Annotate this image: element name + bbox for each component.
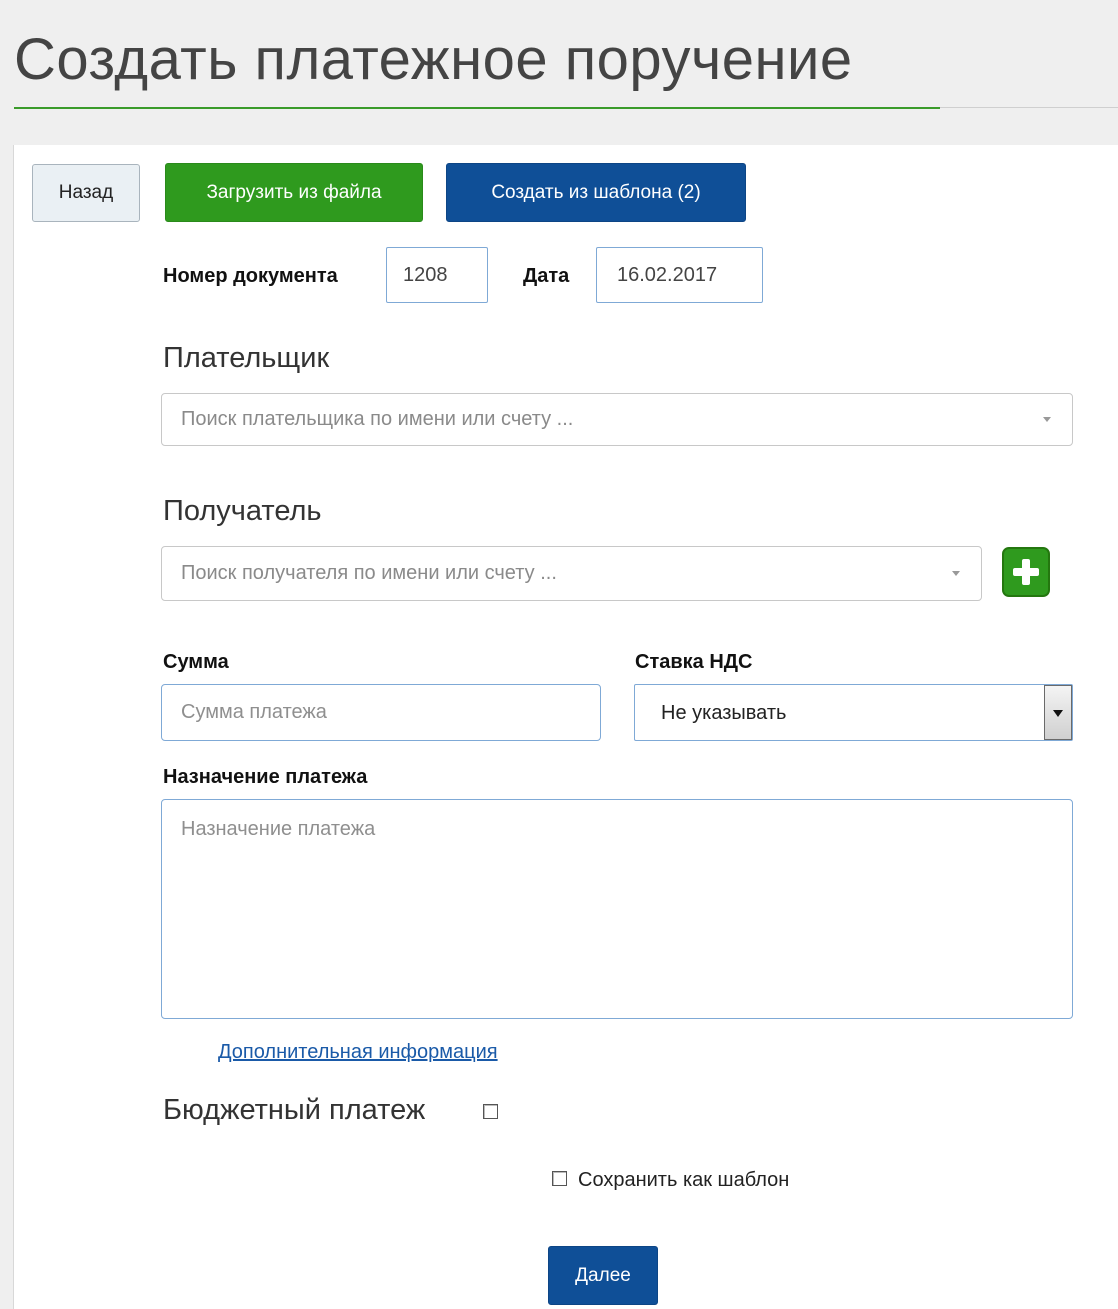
create-from-template-button[interactable]: Создать из шаблона (2) bbox=[446, 163, 746, 222]
vat-rate-select[interactable]: Не указывать bbox=[634, 684, 1073, 741]
upload-from-file-button[interactable]: Загрузить из файла bbox=[165, 163, 423, 222]
payer-search-select[interactable]: Поиск плательщика по имени или счету ... bbox=[161, 393, 1073, 446]
chevron-down-icon bbox=[952, 571, 960, 576]
add-recipient-button[interactable] bbox=[1002, 547, 1050, 597]
vat-rate-value: Не указывать bbox=[661, 702, 787, 724]
dropdown-arrow-button[interactable] bbox=[1044, 685, 1072, 740]
document-number-label: Номер документа bbox=[163, 265, 338, 287]
recipient-title: Получатель bbox=[163, 495, 322, 527]
chevron-down-icon bbox=[1043, 417, 1051, 422]
additional-info-link[interactable]: Дополнительная информация bbox=[218, 1041, 498, 1064]
purpose-textarea[interactable] bbox=[161, 799, 1073, 1019]
budget-payment-label: Бюджетный платеж bbox=[163, 1094, 426, 1126]
budget-payment-checkbox[interactable] bbox=[483, 1104, 498, 1119]
save-template-checkbox[interactable] bbox=[552, 1171, 567, 1186]
save-template-label[interactable]: Сохранить как шаблон bbox=[578, 1169, 789, 1192]
recipient-search-placeholder: Поиск получателя по имени или счету ... bbox=[181, 562, 557, 584]
payer-search-placeholder: Поиск плательщика по имени или счету ... bbox=[181, 408, 574, 430]
vat-rate-label: Ставка НДС bbox=[635, 651, 753, 673]
date-label: Дата bbox=[523, 265, 570, 287]
page-title: Создать платежное поручение bbox=[14, 27, 853, 92]
payer-title: Плательщик bbox=[163, 342, 330, 374]
chevron-down-icon bbox=[1053, 710, 1063, 717]
next-button[interactable]: Далее bbox=[548, 1246, 658, 1305]
title-underline bbox=[14, 107, 940, 109]
purpose-label: Назначение платежа bbox=[163, 766, 368, 788]
page-header: Создать платежное поручение bbox=[0, 0, 1118, 145]
recipient-search-select[interactable]: Поиск получателя по имени или счету ... bbox=[161, 546, 982, 601]
document-number-input[interactable] bbox=[386, 247, 488, 303]
back-button[interactable]: Назад bbox=[32, 164, 140, 222]
amount-label: Сумма bbox=[163, 651, 229, 673]
title-divider bbox=[940, 107, 1118, 108]
date-input[interactable] bbox=[596, 247, 763, 303]
amount-input[interactable] bbox=[161, 684, 601, 741]
